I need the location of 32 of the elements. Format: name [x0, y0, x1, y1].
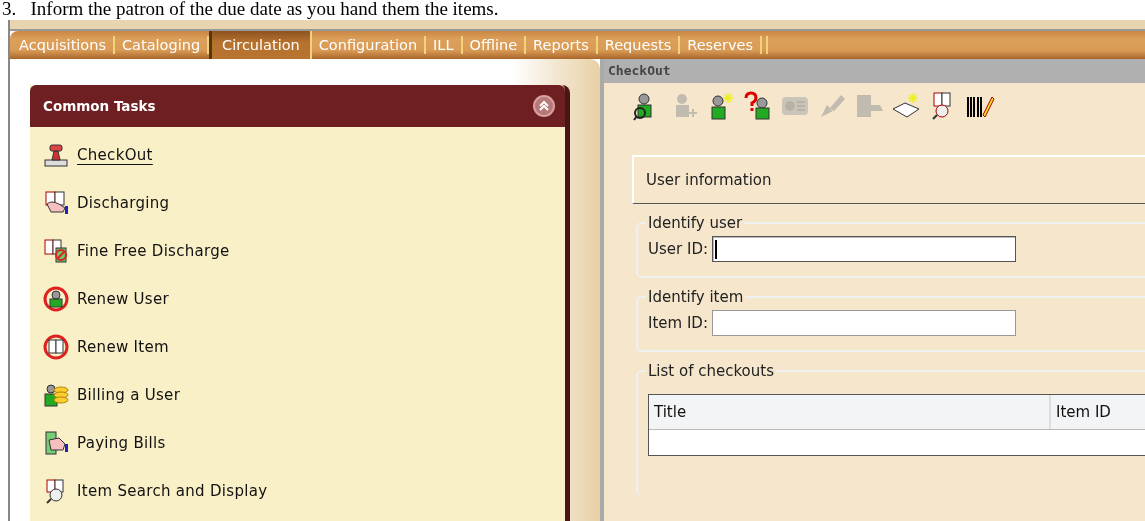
column-header[interactable]: Title	[649, 395, 1051, 429]
task-link[interactable]: Billing a User	[43, 379, 565, 411]
panel-title: CheckOut	[604, 59, 1145, 83]
book-prohibited-icon	[43, 238, 69, 264]
book-renew-icon	[43, 334, 69, 360]
tab[interactable]: Circulation	[209, 31, 312, 59]
fieldset-legend: Identify item	[646, 288, 746, 306]
fieldset-legend: List of checkouts	[646, 362, 776, 380]
hand-money-icon	[43, 430, 69, 456]
field-label: User ID:	[648, 240, 708, 258]
panel-title: Common Tasks	[43, 98, 156, 114]
task-link[interactable]: Paying Bills	[43, 427, 565, 459]
book-hand-icon	[43, 190, 69, 216]
double-chevron-up-icon	[537, 99, 551, 113]
task-link[interactable]: CheckOut	[43, 139, 565, 171]
user-renew-icon	[43, 286, 69, 312]
task-link[interactable]: Discharging	[43, 187, 565, 219]
user-question-button[interactable]	[743, 91, 773, 121]
input-field[interactable]	[712, 236, 1016, 262]
user-coins-icon	[43, 382, 69, 408]
stamp-icon	[43, 142, 69, 168]
fieldset-legend: Identify user	[646, 214, 745, 232]
document-text: 3. Inform the patron of the due date as you hand them the items.	[1, 0, 500, 20]
field-label: Item ID:	[648, 314, 708, 332]
task-link[interactable]: Item Search and Display	[43, 475, 565, 507]
task-link[interactable]: Renew Item	[43, 331, 565, 363]
input-field[interactable]	[711, 310, 1016, 336]
section-header: User information	[632, 155, 1145, 204]
task-link[interactable]: Renew User	[43, 283, 565, 315]
column-header[interactable]: Item ID	[1051, 395, 1111, 429]
collapse-button[interactable]	[533, 95, 555, 117]
task-link[interactable]: Fine Free Discharge	[43, 235, 565, 267]
